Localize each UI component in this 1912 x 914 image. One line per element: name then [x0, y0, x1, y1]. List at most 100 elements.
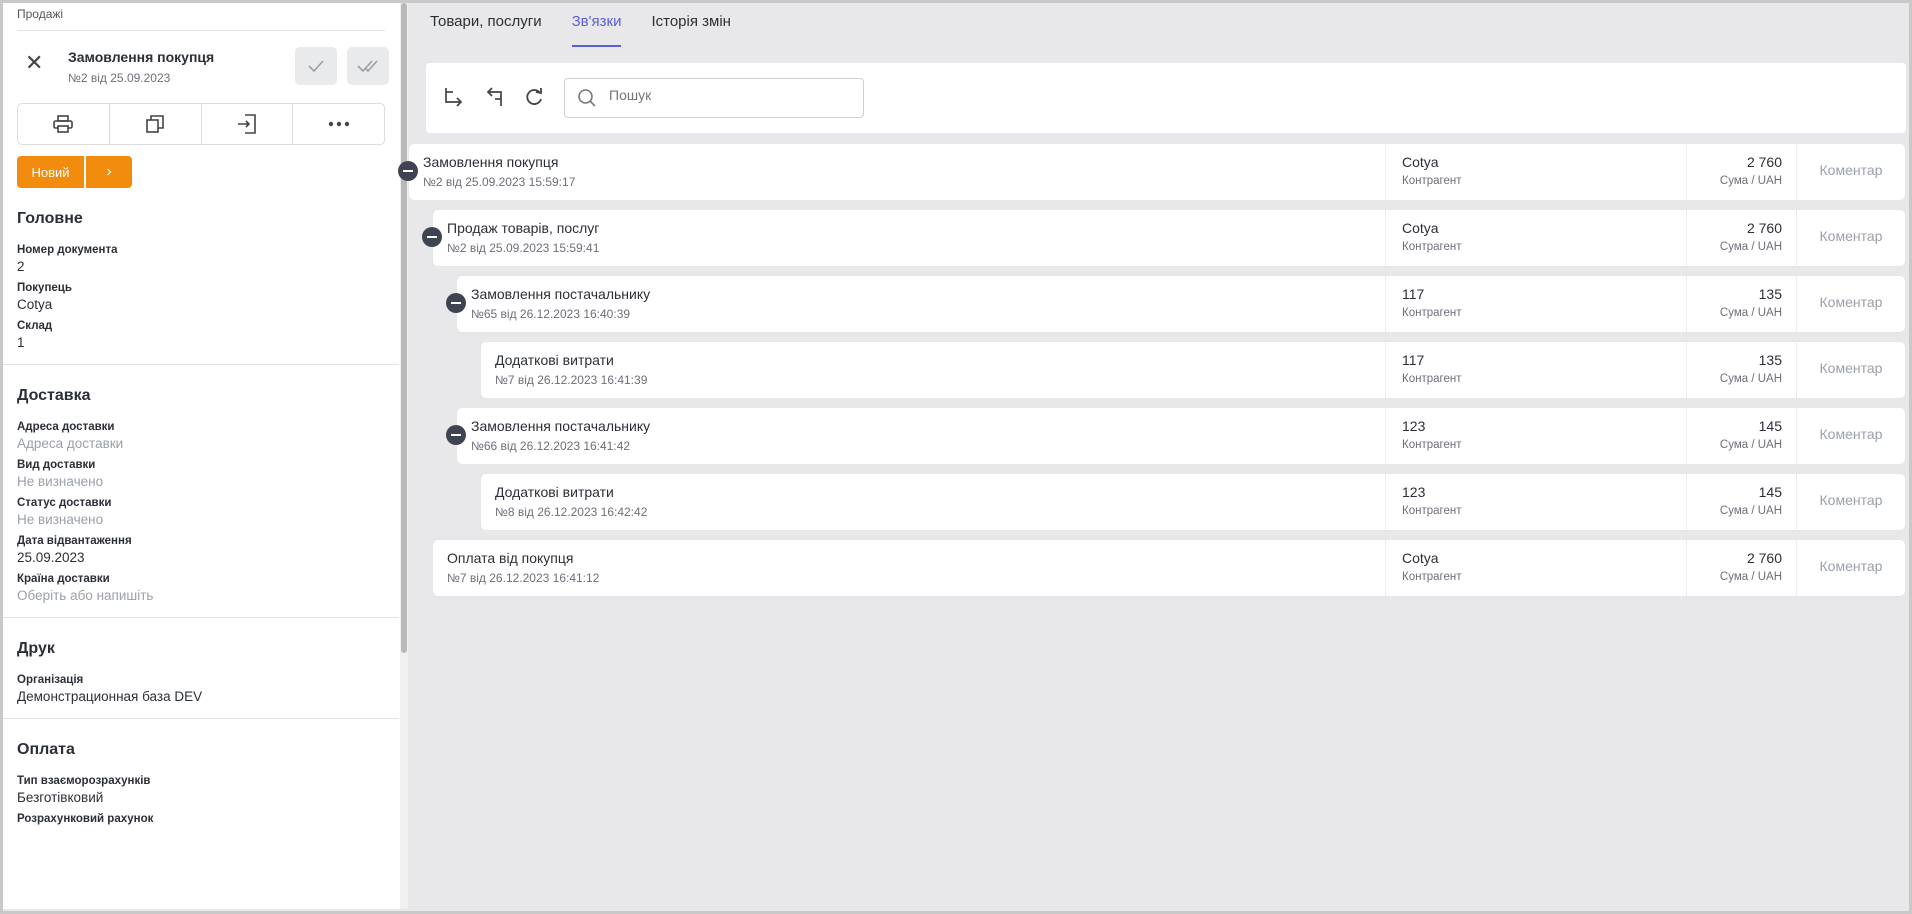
relation-title[interactable]: Додаткові витрати [495, 352, 614, 368]
delivery-type-field[interactable]: Не визначено [17, 474, 385, 489]
amount-value: 2 760 [1746, 154, 1782, 170]
warehouse-field[interactable]: 1 [17, 335, 385, 350]
relation-subtitle: №8 від 26.12.2023 16:42:42 [495, 505, 648, 519]
collapse-icon[interactable] [398, 161, 418, 181]
status-button[interactable]: Новий [17, 156, 84, 188]
contractor-label: Контрагент [1402, 307, 1462, 319]
comment-button[interactable]: Коментар [1797, 162, 1905, 178]
scrollbar-thumb[interactable] [401, 3, 407, 653]
tab-bar: Товари, послуги Зв'язки Історія змін [430, 3, 731, 47]
contractor-name[interactable]: Cotya [1402, 550, 1439, 566]
print-icon[interactable] [18, 104, 110, 144]
relation-subtitle: №65 від 26.12.2023 16:40:39 [471, 307, 631, 321]
collapse-icon[interactable] [446, 425, 466, 445]
contractor-label: Контрагент [1402, 175, 1462, 187]
amount-cell: 2 760 Сума / UAH [1686, 540, 1796, 596]
chevron-right-icon[interactable]: › [86, 156, 132, 188]
relation-row[interactable]: Замовлення постачальнику №66 від 26.12.20… [456, 407, 1906, 465]
relation-row[interactable]: Продаж товарів, послуг №2 від 25.09.2023 … [432, 209, 1906, 267]
amount-cell: 145 Сума / UAH [1686, 408, 1796, 464]
ship-date-field[interactable]: 25.09.2023 [17, 550, 385, 565]
relation-row[interactable]: Замовлення постачальнику №65 від 26.12.20… [456, 275, 1906, 333]
double-check-icon[interactable] [347, 47, 389, 85]
settlement-label: Тип взаєморозрахунків [17, 775, 151, 787]
link-up-icon[interactable] [482, 85, 506, 109]
amount-cell: 2 760 Сума / UAH [1686, 144, 1796, 200]
collapse-icon[interactable] [446, 293, 466, 313]
section-delivery-title: Доставка [17, 387, 91, 404]
contractor-name[interactable]: 117 [1402, 352, 1424, 368]
buyer-label: Покупець [17, 282, 72, 294]
account-label: Розрахунковий рахунок [17, 813, 154, 825]
delivery-status-field[interactable]: Не визначено [17, 512, 385, 527]
tab-history[interactable]: Історія змін [651, 3, 730, 47]
relation-title[interactable]: Замовлення покупця [423, 154, 559, 170]
amount-label: Сума / UAH [1719, 571, 1782, 583]
relation-row[interactable]: Додаткові витрати №8 від 26.12.2023 16:42… [480, 473, 1906, 531]
comment-button[interactable]: Коментар [1797, 558, 1905, 574]
link-down-icon[interactable] [442, 85, 466, 109]
relation-title[interactable]: Замовлення постачальнику [471, 286, 650, 302]
relation-row[interactable]: Замовлення покупця №2 від 25.09.2023 15:5… [408, 143, 1906, 201]
contractor-cell: Cotya Контрагент [1385, 144, 1686, 200]
organization-label: Організація [17, 674, 84, 686]
comment-button[interactable]: Коментар [1797, 360, 1905, 376]
amount-label: Сума / UAH [1719, 439, 1782, 451]
comment-button[interactable]: Коментар [1797, 492, 1905, 508]
relation-title[interactable]: Замовлення постачальнику [471, 418, 650, 434]
contractor-name[interactable]: Cotya [1402, 154, 1439, 170]
document-title: Замовлення покупця [68, 49, 215, 65]
check-icon[interactable] [295, 47, 337, 85]
relation-title[interactable]: Додаткові витрати [495, 484, 614, 500]
comment-cell: Коментар [1796, 276, 1905, 332]
tab-goods[interactable]: Товари, послуги [430, 3, 542, 47]
contractor-label: Контрагент [1402, 505, 1462, 517]
organization-field[interactable]: Демонстрационная база DEV [17, 689, 385, 704]
amount-value: 145 [1758, 484, 1782, 500]
contractor-name[interactable]: 123 [1402, 484, 1425, 500]
amount-cell: 135 Сума / UAH [1686, 276, 1796, 332]
doc-number-label: Номер документа [17, 244, 118, 256]
contractor-name[interactable]: 117 [1402, 286, 1424, 302]
more-icon[interactable] [293, 104, 384, 144]
contractor-name[interactable]: Cotya [1402, 220, 1439, 236]
amount-value: 135 [1758, 352, 1782, 368]
close-icon[interactable]: ✕ [25, 52, 43, 74]
comment-cell: Коментар [1796, 408, 1905, 464]
amount-cell: 145 Сума / UAH [1686, 474, 1796, 530]
country-field[interactable]: Оберіть або напишіть [17, 588, 385, 603]
search-input[interactable] [609, 87, 849, 103]
contractor-name[interactable]: 123 [1402, 418, 1425, 434]
relation-title[interactable]: Оплата від покупця [447, 550, 574, 566]
status-control: Новий › [17, 156, 385, 188]
comment-cell: Коментар [1796, 342, 1905, 398]
tab-relations[interactable]: Зв'язки [571, 3, 622, 47]
comment-button[interactable]: Коментар [1797, 228, 1905, 244]
buyer-field[interactable]: Cotya [17, 297, 385, 312]
doc-number-field[interactable]: 2 [17, 259, 385, 274]
relation-row[interactable]: Додаткові витрати №7 від 26.12.2023 16:41… [480, 341, 1906, 399]
relation-title[interactable]: Продаж товарів, послуг [447, 220, 599, 236]
relation-row[interactable]: Оплата від покупця №7 від 26.12.2023 16:4… [432, 539, 1906, 597]
comment-button[interactable]: Коментар [1797, 294, 1905, 310]
import-icon[interactable] [202, 104, 294, 144]
sidebar-scrollbar[interactable] [400, 3, 408, 909]
comment-button[interactable]: Коментар [1797, 426, 1905, 442]
relation-subtitle: №66 від 26.12.2023 16:41:42 [471, 439, 631, 453]
contractor-label: Контрагент [1402, 439, 1462, 451]
collapse-icon[interactable] [422, 227, 442, 247]
amount-value: 135 [1758, 286, 1782, 302]
relation-subtitle: №2 від 25.09.2023 15:59:17 [423, 175, 576, 189]
contractor-cell: Cotya Контрагент [1385, 210, 1686, 266]
settlement-field[interactable]: Безготівковий [17, 790, 385, 805]
copy-icon[interactable] [110, 104, 202, 144]
refresh-icon[interactable] [522, 85, 546, 109]
address-field[interactable]: Адреса доставки [17, 436, 385, 451]
divider [3, 617, 399, 618]
breadcrumb[interactable]: Продажі [17, 3, 385, 31]
contractor-cell: 123 Контрагент [1385, 408, 1686, 464]
search-box[interactable] [564, 78, 864, 118]
delivery-status-label: Статус доставки [17, 497, 112, 509]
document-toolbar [17, 103, 385, 145]
amount-value: 2 760 [1746, 220, 1782, 236]
